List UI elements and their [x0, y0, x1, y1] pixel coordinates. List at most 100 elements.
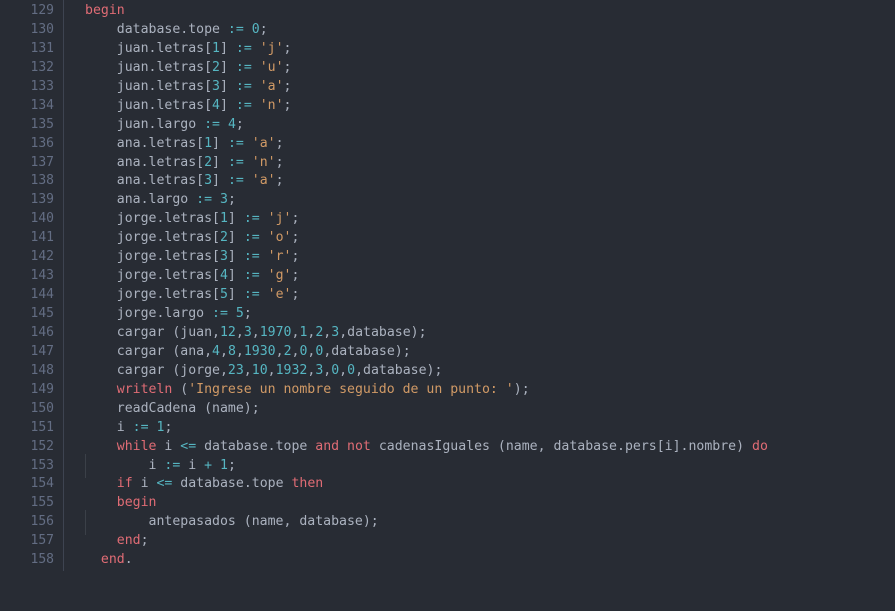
token-pun: ;: [275, 154, 284, 170]
code-line[interactable]: 138 ana.letras[3] := 'a';: [0, 172, 895, 191]
code-line-content[interactable]: begin: [54, 2, 895, 21]
token-kw: begin: [85, 3, 125, 18]
code-line-content[interactable]: jorge.letras[2] := 'o';: [54, 229, 895, 248]
code-line-content[interactable]: while i <= database.tope and not cadenas…: [54, 438, 895, 457]
code-line-content[interactable]: ana.largo := 3;: [54, 191, 895, 210]
line-number: 143: [30, 268, 54, 284]
token-num: 3: [212, 78, 220, 94]
code-line[interactable]: 139 ana.largo := 3;: [0, 191, 895, 210]
line-number: 139: [30, 192, 54, 208]
code-line-content[interactable]: end.: [54, 551, 895, 570]
code-line[interactable]: 135 juan.largo := 4;: [0, 116, 895, 135]
code-line-content[interactable]: juan.letras[2] := 'u';: [54, 59, 895, 78]
code-line-content[interactable]: antepasados (name, database);: [54, 510, 895, 536]
code-line[interactable]: 152 while i <= database.tope and not cad…: [0, 438, 895, 457]
token-op: :=: [243, 211, 260, 227]
token-kw: then: [291, 476, 324, 492]
code-line[interactable]: 140 jorge.letras[1] := 'j';: [0, 210, 895, 229]
code-line[interactable]: 150 readCadena (name);: [0, 400, 895, 419]
code-line-content[interactable]: juan.letras[1] := 'j';: [54, 40, 895, 59]
token-pun: ;: [291, 249, 300, 265]
token-num: 3: [220, 192, 228, 208]
code-line[interactable]: 149 writeln ('Ingrese un nombre seguido …: [0, 381, 895, 400]
code-line[interactable]: 158 end.: [0, 551, 895, 570]
indent-guide: [85, 510, 117, 536]
code-line[interactable]: 131 juan.letras[1] := 'j';: [0, 40, 895, 59]
code-line[interactable]: 146 cargar (juan,12,3,1970,1,2,3,databas…: [0, 324, 895, 343]
code-line-content[interactable]: jorge.letras[3] := 'r';: [54, 248, 895, 267]
token-id: juan.letras[: [116, 59, 213, 75]
token-id: [252, 41, 260, 56]
code-line[interactable]: 151 i := 1;: [0, 419, 895, 438]
code-line-content[interactable]: jorge.largo := 5;: [54, 305, 895, 324]
token-num: 1: [220, 457, 228, 473]
code-line-content[interactable]: jorge.letras[4] := 'g';: [54, 267, 895, 286]
token-op: <=: [156, 476, 173, 492]
token-str: 'n': [259, 97, 284, 113]
code-line[interactable]: 145 jorge.largo := 5;: [0, 305, 895, 324]
token-op: :=: [227, 135, 244, 151]
code-line[interactable]: 143 jorge.letras[4] := 'g';: [0, 267, 895, 286]
code-line[interactable]: 142 jorge.letras[3] := 'r';: [0, 248, 895, 267]
token-id: cadenasIguales (name, database.pers[: [370, 438, 665, 454]
code-line[interactable]: 156 antepasados (name, database);: [0, 510, 895, 536]
token-id: [260, 249, 268, 264]
code-line[interactable]: 148 cargar (jorge,23,10,1932,3,0,0,datab…: [0, 362, 895, 381]
token-id: [260, 268, 268, 283]
code-line-content[interactable]: ana.letras[2] := 'n';: [54, 154, 895, 173]
code-line-content[interactable]: database.tope := 0;: [54, 21, 895, 40]
line-number: 138: [30, 173, 54, 189]
code-line[interactable]: 129 begin: [0, 2, 895, 21]
token-pun: ;: [291, 287, 300, 303]
token-op: +: [204, 457, 213, 473]
code-line[interactable]: 136 ana.letras[1] := 'a';: [0, 135, 895, 154]
code-line[interactable]: 154 if i <= database.tope then: [0, 475, 895, 494]
code-line-content[interactable]: juan.largo := 4;: [54, 116, 895, 135]
code-line-content[interactable]: if i <= database.tope then: [54, 475, 895, 494]
code-line-content[interactable]: writeln ('Ingrese un nombre seguido de u…: [54, 381, 895, 400]
token-id: [260, 230, 268, 245]
code-lines-container[interactable]: 129 begin 130 database.tope := 0; 131 juan.…: [0, 0, 895, 570]
indent-guide: [85, 453, 117, 479]
token-num: 0: [331, 362, 340, 378]
code-line-content[interactable]: cargar (juan,12,3,1970,1,2,3,database);: [54, 324, 895, 343]
code-line[interactable]: 134 juan.letras[4] := 'n';: [0, 97, 895, 116]
code-line-content[interactable]: jorge.letras[5] := 'e';: [54, 286, 895, 305]
token-pun: ,: [235, 343, 244, 359]
code-line[interactable]: 153 i := i + 1;: [0, 453, 895, 479]
code-line-content[interactable]: jorge.letras[1] := 'j';: [54, 210, 895, 229]
token-id: ana.letras[: [116, 154, 205, 170]
token-num: 1970: [259, 324, 292, 340]
code-line[interactable]: 147 cargar (ana,4,8,1930,2,0,0,database)…: [0, 343, 895, 362]
line-number: 151: [30, 419, 54, 435]
token-id: [244, 173, 252, 188]
code-line[interactable]: 141 jorge.letras[2] := 'o';: [0, 229, 895, 248]
code-line-content[interactable]: cargar (ana,4,8,1930,2,0,0,database);: [54, 343, 895, 362]
code-line-content[interactable]: ana.letras[1] := 'a';: [54, 135, 895, 154]
code-line[interactable]: 137 ana.letras[2] := 'n';: [0, 154, 895, 173]
code-line[interactable]: 130 database.tope := 0;: [0, 21, 895, 40]
code-line-content[interactable]: i := 1;: [54, 419, 895, 438]
token-id: ]: [219, 40, 236, 56]
code-line-content[interactable]: begin: [54, 494, 895, 513]
code-editor[interactable]: 129 begin 130 database.tope := 0; 131 juan.…: [0, 0, 895, 611]
code-line[interactable]: 132 juan.letras[2] := 'u';: [0, 59, 895, 78]
code-line-content[interactable]: juan.letras[3] := 'a';: [54, 78, 895, 97]
token-str: 'a': [251, 135, 276, 151]
code-line-content[interactable]: cargar (jorge,23,10,1932,3,0,0,database)…: [54, 362, 895, 381]
code-line-content[interactable]: end;: [54, 532, 895, 551]
code-line[interactable]: 157 end;: [0, 532, 895, 551]
token-num: 23: [227, 362, 244, 378]
code-line[interactable]: 133 juan.letras[3] := 'a';: [0, 78, 895, 97]
line-number: 157: [30, 533, 54, 549]
token-pun: ;: [275, 135, 284, 151]
code-line-content[interactable]: juan.letras[4] := 'n';: [54, 97, 895, 116]
code-line[interactable]: 155 begin: [0, 494, 895, 513]
code-line-content[interactable]: i := i + 1;: [54, 453, 895, 479]
code-line-content[interactable]: ana.letras[3] := 'a';: [54, 172, 895, 191]
code-line[interactable]: 144 jorge.letras[5] := 'e';: [0, 286, 895, 305]
code-line-content[interactable]: readCadena (name);: [54, 400, 895, 419]
